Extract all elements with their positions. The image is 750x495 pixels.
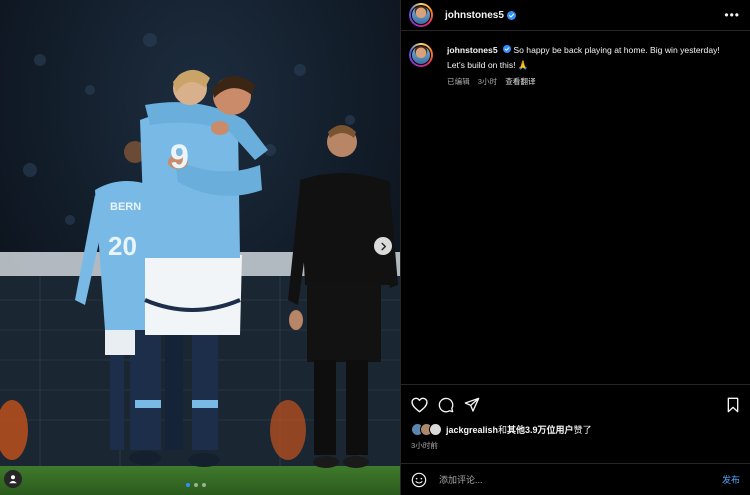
photo-scene: 20 BERN 9 <box>0 0 400 495</box>
comment-icon <box>438 397 454 413</box>
edited-label: 已编辑 <box>447 77 470 86</box>
likes-connector: 和 <box>498 425 508 435</box>
smiley-icon <box>411 472 427 487</box>
post-side-panel: johnstones5 ••• johnstones5 So happy be … <box>400 0 750 495</box>
caption-meta: 已编辑 3小时 查看翻译 <box>447 74 727 89</box>
verified-badge-icon <box>506 10 516 20</box>
bookmark-icon <box>727 397 739 413</box>
post-photo[interactable]: 20 BERN 9 <box>0 0 400 495</box>
like-button[interactable] <box>411 397 428 413</box>
share-button[interactable] <box>464 397 480 413</box>
comment-input[interactable] <box>437 473 722 486</box>
paper-plane-icon <box>464 397 480 412</box>
header-username[interactable]: johnstones5 <box>445 10 504 21</box>
other-likers-link[interactable]: 其他3.9万位用户 <box>507 423 574 436</box>
first-liker-link[interactable]: jackgrealish <box>446 425 498 435</box>
caption-username[interactable]: johnstones5 <box>447 45 498 55</box>
avatar-image <box>412 46 430 64</box>
carousel-dot <box>186 483 190 487</box>
caption-body: johnstones5 So happy be back playing at … <box>447 43 727 89</box>
caption: johnstones5 So happy be back playing at … <box>401 31 750 89</box>
carousel-indicator <box>186 483 206 487</box>
action-bar <box>401 385 750 415</box>
post-timestamp[interactable]: 3小时前 <box>401 436 750 451</box>
back-player-name: BERN <box>110 201 141 213</box>
avatar <box>429 423 442 436</box>
carousel-dot <box>194 483 198 487</box>
avatar-image <box>412 6 430 24</box>
user-tag-icon <box>9 475 17 484</box>
post-actions: jackgrealish 和其他3.9万位用户 赞了 3小时前 <box>401 384 750 451</box>
chevron-right-icon <box>380 242 386 250</box>
likes-summary: jackgrealish 和其他3.9万位用户 赞了 <box>401 415 750 436</box>
comment-button[interactable] <box>438 397 454 413</box>
caption-avatar[interactable] <box>409 43 433 67</box>
carousel-next-button[interactable] <box>374 237 392 255</box>
comment-composer: 发布 <box>401 463 750 495</box>
liker-avatars <box>411 423 442 436</box>
more-options-button[interactable]: ••• <box>724 8 740 22</box>
post-comment-button[interactable]: 发布 <box>722 473 740 486</box>
tagged-users-button[interactable] <box>4 470 22 488</box>
see-translation-link[interactable]: 查看翻译 <box>505 77 535 86</box>
emoji-button[interactable] <box>411 472 427 488</box>
verified-badge-icon <box>503 45 512 53</box>
back-player-number: 20 <box>108 231 137 261</box>
post-age: 3小时 <box>477 77 498 86</box>
jersey-number: 9 <box>170 138 189 176</box>
carousel-dot <box>202 483 206 487</box>
likes-suffix: 赞了 <box>573 425 592 435</box>
heart-icon <box>411 397 428 413</box>
post-header: johnstones5 ••• <box>401 0 750 31</box>
save-button[interactable] <box>726 397 740 413</box>
avatar[interactable] <box>409 3 433 27</box>
